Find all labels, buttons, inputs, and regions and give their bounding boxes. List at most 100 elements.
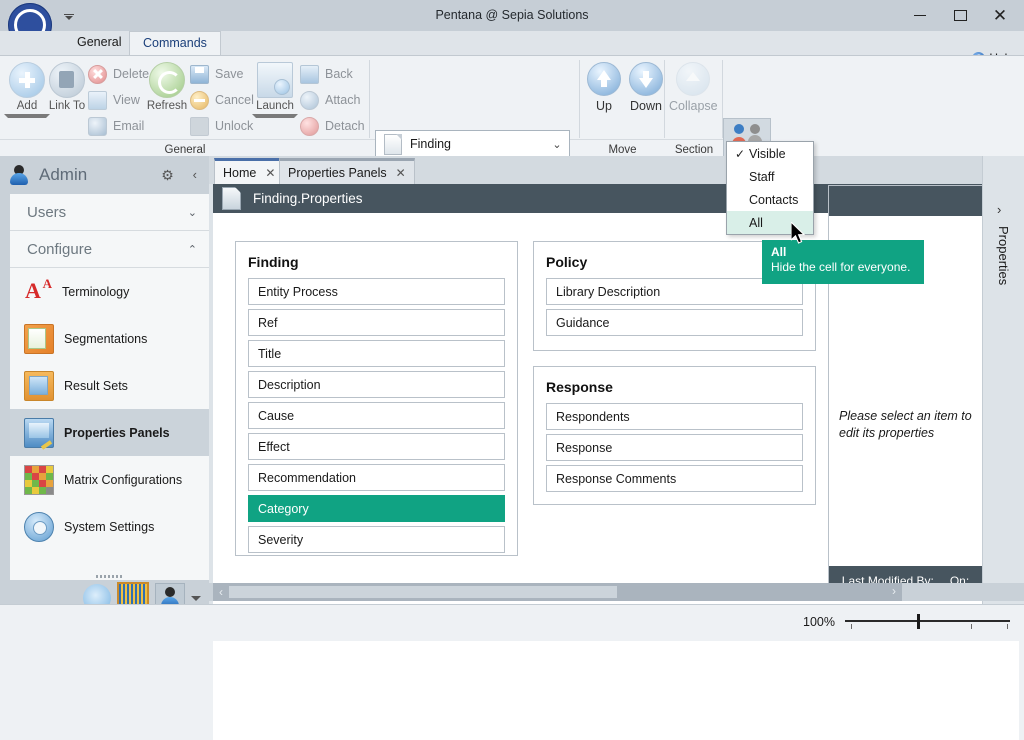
attach-button[interactable]: Attach xyxy=(300,87,360,113)
settings-gear-icon[interactable]: ⚙ xyxy=(160,168,175,183)
sidebar-item-result-sets[interactable]: Result Sets xyxy=(10,362,209,409)
cancel-button[interactable]: Cancel xyxy=(190,87,254,113)
tab-label: Home xyxy=(223,165,257,180)
properties-vertical-tab[interactable]: › Properties › xyxy=(982,156,1024,628)
save-label: Save xyxy=(215,67,244,81)
ribbon-tab-general[interactable]: General xyxy=(64,31,134,55)
sidebar-section-users[interactable]: Users ⌄ xyxy=(10,194,209,231)
document-title: Finding.Properties xyxy=(253,191,363,206)
title-bar: Pentana @ Sepia Solutions ✕ xyxy=(0,0,1024,47)
launch-label: Launch xyxy=(256,100,294,112)
sidebar-title: Admin xyxy=(39,165,88,184)
hide-from-dropdown-menu: ✓ Visible Staff Contacts All xyxy=(726,141,814,235)
tooltip: All Hide the cell for everyone. xyxy=(762,240,924,284)
cell-ref[interactable]: Ref xyxy=(248,309,505,336)
tab-home[interactable]: Home ✕ xyxy=(214,158,285,184)
chevron-down-icon[interactable] xyxy=(252,114,298,118)
move-down-button[interactable]: Down xyxy=(622,62,670,113)
scroll-right-icon[interactable]: › xyxy=(886,584,902,598)
collapse-icon xyxy=(676,62,710,96)
maximize-button[interactable] xyxy=(940,0,980,31)
menu-item-contacts[interactable]: Contacts xyxy=(727,188,813,211)
view-button[interactable]: View xyxy=(88,87,140,113)
cell-respondents[interactable]: Respondents xyxy=(546,403,803,430)
view-icon xyxy=(88,90,107,110)
unlock-button[interactable]: Unlock xyxy=(190,113,253,139)
ribbon: General Commands ? Help Add Link To xyxy=(0,31,1024,194)
scrollbar-track[interactable]: ‹ › xyxy=(213,583,902,601)
email-button[interactable]: Email xyxy=(88,113,144,139)
close-icon[interactable]: ✕ xyxy=(396,166,406,180)
expand-properties-icon[interactable]: › xyxy=(997,202,1001,217)
sidebar-item-matrix-configurations[interactable]: Matrix Configurations xyxy=(10,456,209,503)
cell-response[interactable]: Response xyxy=(546,434,803,461)
back-button[interactable]: Back xyxy=(300,61,353,87)
cell-response-comments[interactable]: Response Comments xyxy=(546,465,803,492)
horizontal-scrollbar[interactable]: ‹ › xyxy=(209,583,1024,601)
cell-description[interactable]: Description xyxy=(248,371,505,398)
display-type-value: Finding xyxy=(410,137,451,151)
arrow-up-icon xyxy=(587,62,621,96)
sidebar-item-label: Terminology xyxy=(62,284,130,299)
window-controls: ✕ xyxy=(900,0,1020,31)
chevron-down-icon[interactable] xyxy=(4,114,50,118)
move-up-label: Up xyxy=(596,99,612,113)
cell-severity[interactable]: Severity xyxy=(248,526,505,553)
scrollbar-thumb[interactable] xyxy=(229,586,617,598)
group-finding[interactable]: Finding Entity Process Ref Title Descrip… xyxy=(235,241,518,556)
sidebar-section-configure[interactable]: Configure ⌃ xyxy=(10,231,209,268)
cell-effect[interactable]: Effect xyxy=(248,433,505,460)
refresh-button[interactable]: Refresh xyxy=(144,59,190,113)
save-icon xyxy=(190,64,209,84)
menu-item-label: Contacts xyxy=(749,192,799,207)
menu-item-staff[interactable]: Staff xyxy=(727,165,813,188)
sidebar-item-properties-panels[interactable]: Properties Panels xyxy=(10,409,209,456)
scroll-left-icon[interactable]: ‹ xyxy=(213,585,229,599)
sidebar-item-terminology[interactable]: Terminology xyxy=(10,268,209,315)
tooltip-title: All xyxy=(771,245,787,259)
minimize-button[interactable] xyxy=(900,0,940,31)
tab-properties-panels[interactable]: Properties Panels ✕ xyxy=(279,158,415,184)
ribbon-group-general-label: General xyxy=(164,144,206,156)
segmentations-icon xyxy=(24,323,54,354)
close-icon[interactable]: ✕ xyxy=(265,166,275,180)
menu-item-visible[interactable]: ✓ Visible xyxy=(727,142,813,165)
cancel-label: Cancel xyxy=(215,93,254,107)
save-button[interactable]: Save xyxy=(190,61,244,87)
admin-user-icon xyxy=(8,164,30,186)
back-icon xyxy=(300,64,319,84)
cell-recommendation[interactable]: Recommendation xyxy=(248,464,505,491)
cell-title[interactable]: Title xyxy=(248,340,505,367)
collapse-button[interactable]: Collapse xyxy=(669,62,718,113)
ribbon-tab-commands[interactable]: Commands xyxy=(129,31,221,56)
cell-guidance[interactable]: Guidance xyxy=(546,309,803,336)
cell-category[interactable]: Category xyxy=(248,495,505,522)
delete-button[interactable]: Delete xyxy=(88,61,149,87)
add-icon xyxy=(9,62,45,98)
detach-button[interactable]: Detach xyxy=(300,113,365,139)
link-to-button[interactable]: Link To xyxy=(44,59,90,113)
group-title: Response xyxy=(546,379,613,395)
launch-button[interactable]: Launch xyxy=(252,59,298,118)
menu-item-label: All xyxy=(749,215,763,230)
mouse-cursor-icon xyxy=(791,222,806,244)
launch-icon xyxy=(257,62,293,98)
more-options-caret-icon[interactable] xyxy=(191,595,201,601)
display-type-combobox[interactable]: Finding ⌄ xyxy=(375,130,570,158)
zoom-slider-handle[interactable] xyxy=(917,614,920,629)
sidebar-item-system-settings[interactable]: System Settings xyxy=(10,503,209,550)
email-icon xyxy=(88,116,107,136)
group-response[interactable]: Response Respondents Response Response C… xyxy=(533,366,816,505)
menu-item-label: Visible xyxy=(749,146,786,161)
move-up-button[interactable]: Up xyxy=(580,62,628,113)
cell-entity-process[interactable]: Entity Process xyxy=(248,278,505,305)
sidebar-item-segmentations[interactable]: Segmentations xyxy=(10,315,209,362)
close-button[interactable]: ✕ xyxy=(980,0,1020,31)
sidebar-resize-grip[interactable] xyxy=(95,575,124,578)
zoom-slider[interactable] xyxy=(845,614,1010,630)
move-down-label: Down xyxy=(630,99,662,113)
cell-cause[interactable]: Cause xyxy=(248,402,505,429)
delete-icon xyxy=(88,64,107,84)
collapse-sidebar-icon[interactable]: ‹ xyxy=(193,167,197,182)
chevron-down-icon[interactable]: ⌄ xyxy=(549,138,565,151)
